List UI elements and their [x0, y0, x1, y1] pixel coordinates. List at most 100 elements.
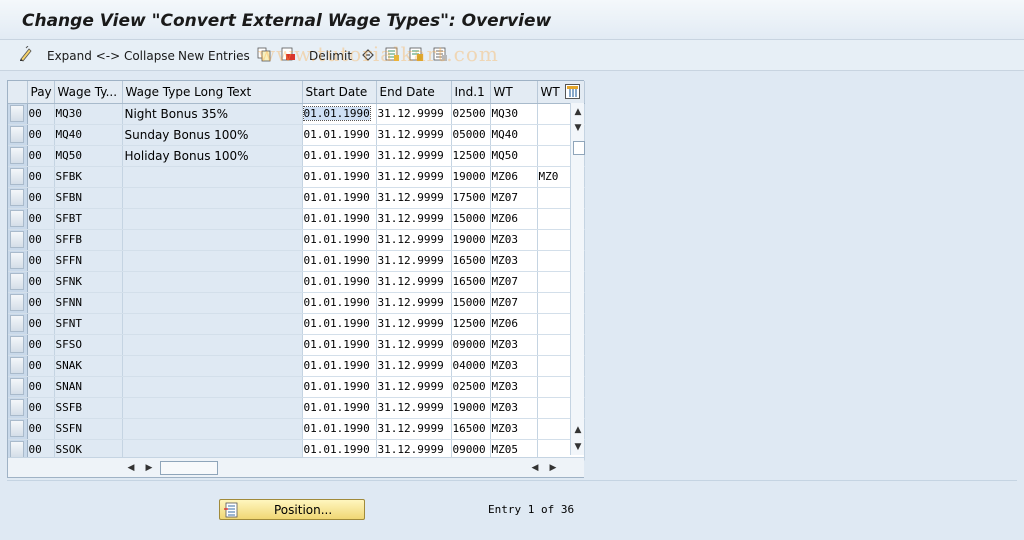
cell-ind1[interactable]: 05000 — [451, 124, 491, 146]
row-selector[interactable] — [8, 145, 28, 167]
select-all-header[interactable] — [8, 81, 28, 104]
cell-end-date[interactable]: 31.12.9999 — [376, 145, 452, 167]
cell-end-date[interactable]: 31.12.9999 — [376, 124, 452, 146]
new-entries-button[interactable]: New Entries — [178, 47, 250, 65]
cell-ind1[interactable]: 02500 — [451, 376, 491, 398]
cell-wt[interactable]: MZ03 — [490, 418, 538, 440]
cell-ind1[interactable]: 17500 — [451, 187, 491, 209]
copy-icon[interactable] — [256, 46, 272, 62]
row-selector[interactable] — [8, 397, 28, 419]
row-selector[interactable] — [8, 313, 28, 335]
column-header-start-date[interactable]: Start Date — [302, 81, 377, 104]
scroll-right-end-arrow-icon[interactable]: ▶ — [548, 462, 558, 474]
cell-start-date[interactable]: 01.01.1990 — [302, 124, 377, 146]
cell-wt[interactable]: MZ06 — [490, 313, 538, 335]
row-selector[interactable] — [8, 376, 28, 398]
cell-start-date[interactable]: 01.01.1990 — [302, 376, 377, 398]
scroll-left-arrow-icon[interactable]: ◀ — [126, 462, 136, 474]
cell-end-date[interactable]: 31.12.9999 — [376, 229, 452, 251]
cell-end-date[interactable]: 31.12.9999 — [376, 355, 452, 377]
column-header-long-text[interactable]: Wage Type Long Text — [122, 81, 303, 104]
scroll-left-end-arrow-icon[interactable]: ◀ — [530, 462, 540, 474]
cell-start-date[interactable]: 01.01.1990 — [302, 145, 377, 167]
scroll-right-arrow-icon[interactable]: ▶ — [144, 462, 154, 474]
row-selector[interactable] — [8, 250, 28, 272]
cell-end-date[interactable]: 31.12.9999 — [376, 103, 452, 125]
row-select-box[interactable] — [10, 441, 24, 458]
column-header-ind1[interactable]: Ind.1 — [451, 81, 491, 104]
row-select-box[interactable] — [10, 294, 24, 311]
cell-end-date[interactable]: 31.12.9999 — [376, 250, 452, 272]
cell-ind1[interactable]: 04000 — [451, 355, 491, 377]
cell-start-date[interactable]: 01.01.1990 — [302, 250, 377, 272]
scroll-page-down-arrow-icon[interactable]: ▲ — [573, 425, 583, 435]
cell-end-date[interactable]: 31.12.9999 — [376, 397, 452, 419]
cell-wt[interactable]: MZ03 — [490, 229, 538, 251]
cell-ind1[interactable]: 19000 — [451, 229, 491, 251]
row-selector[interactable] — [8, 187, 28, 209]
row-selector[interactable] — [8, 103, 28, 125]
cell-wt[interactable]: MQ30 — [490, 103, 538, 125]
cell-end-date[interactable]: 31.12.9999 — [376, 376, 452, 398]
horizontal-scroll-thumb[interactable] — [160, 461, 218, 475]
row-select-box[interactable] — [10, 231, 24, 248]
cell-wt[interactable]: MZ03 — [490, 250, 538, 272]
cell-end-date[interactable]: 31.12.9999 — [376, 334, 452, 356]
row-select-box[interactable] — [10, 252, 24, 269]
select-block-icon[interactable] — [408, 46, 424, 62]
cell-wt[interactable]: MZ07 — [490, 187, 538, 209]
vertical-scroll-thumb[interactable] — [573, 141, 585, 155]
cell-wt[interactable]: MQ40 — [490, 124, 538, 146]
cell-end-date[interactable]: 31.12.9999 — [376, 418, 452, 440]
column-header-pay[interactable]: Pay — [27, 81, 55, 104]
row-selector[interactable] — [8, 334, 28, 356]
table-settings-icon[interactable] — [565, 84, 580, 99]
cell-wt[interactable]: MZ03 — [490, 376, 538, 398]
row-selector[interactable] — [8, 271, 28, 293]
delimit-button[interactable]: Delimit — [309, 47, 352, 65]
row-selector[interactable] — [8, 418, 28, 440]
cell-start-date[interactable]: 01.01.1990 — [302, 355, 377, 377]
cell-end-date[interactable]: 31.12.9999 — [376, 292, 452, 314]
expand-collapse-button[interactable]: Expand <-> Collapse — [47, 47, 175, 65]
cell-start-date[interactable]: 01.01.1990 — [302, 397, 377, 419]
cell-start-date[interactable]: 01.01.1990 — [302, 166, 377, 188]
horizontal-scrollbar[interactable]: ◀ ▶ ◀ ▶ — [8, 457, 584, 477]
cell-ind1[interactable]: 09000 — [451, 334, 491, 356]
row-selector[interactable] — [8, 124, 28, 146]
row-select-box[interactable] — [10, 168, 24, 185]
row-select-box[interactable] — [10, 357, 24, 374]
display-change-icon[interactable] — [18, 46, 34, 62]
row-selector[interactable] — [8, 355, 28, 377]
scroll-up-arrow-icon[interactable]: ▲ — [573, 107, 583, 117]
cell-end-date[interactable]: 31.12.9999 — [376, 208, 452, 230]
row-select-box[interactable] — [10, 189, 24, 206]
cell-ind1[interactable]: 15000 — [451, 292, 491, 314]
cell-start-date[interactable]: 01.01.1990 — [302, 418, 377, 440]
cell-start-date[interactable]: 01.01.1990 — [302, 103, 377, 125]
scroll-down-arrow-icon[interactable]: ▼ — [573, 442, 583, 452]
select-all-icon[interactable] — [384, 46, 400, 62]
cell-ind1[interactable]: 19000 — [451, 166, 491, 188]
cell-end-date[interactable]: 31.12.9999 — [376, 313, 452, 335]
cell-wt[interactable]: MZ06 — [490, 208, 538, 230]
row-selector[interactable] — [8, 292, 28, 314]
row-select-box[interactable] — [10, 147, 24, 164]
cell-start-date[interactable]: 01.01.1990 — [302, 271, 377, 293]
cell-start-date[interactable]: 01.01.1990 — [302, 187, 377, 209]
cell-wt[interactable]: MZ03 — [490, 334, 538, 356]
row-selector[interactable] — [8, 229, 28, 251]
cell-ind1[interactable]: 12500 — [451, 313, 491, 335]
column-header-wage-type[interactable]: Wage Ty... — [54, 81, 123, 104]
position-button[interactable]: Position... — [219, 499, 365, 520]
cell-wt[interactable]: MZ03 — [490, 397, 538, 419]
cell-ind1[interactable]: 16500 — [451, 418, 491, 440]
cell-end-date[interactable]: 31.12.9999 — [376, 271, 452, 293]
column-header-end-date[interactable]: End Date — [376, 81, 452, 104]
cell-start-date[interactable]: 01.01.1990 — [302, 313, 377, 335]
undo-icon[interactable] — [360, 46, 376, 62]
cell-end-date[interactable]: 31.12.9999 — [376, 166, 452, 188]
row-select-box[interactable] — [10, 399, 24, 416]
row-select-box[interactable] — [10, 315, 24, 332]
vertical-scrollbar[interactable]: ▲ ▼ ▲ ▼ — [570, 103, 585, 455]
